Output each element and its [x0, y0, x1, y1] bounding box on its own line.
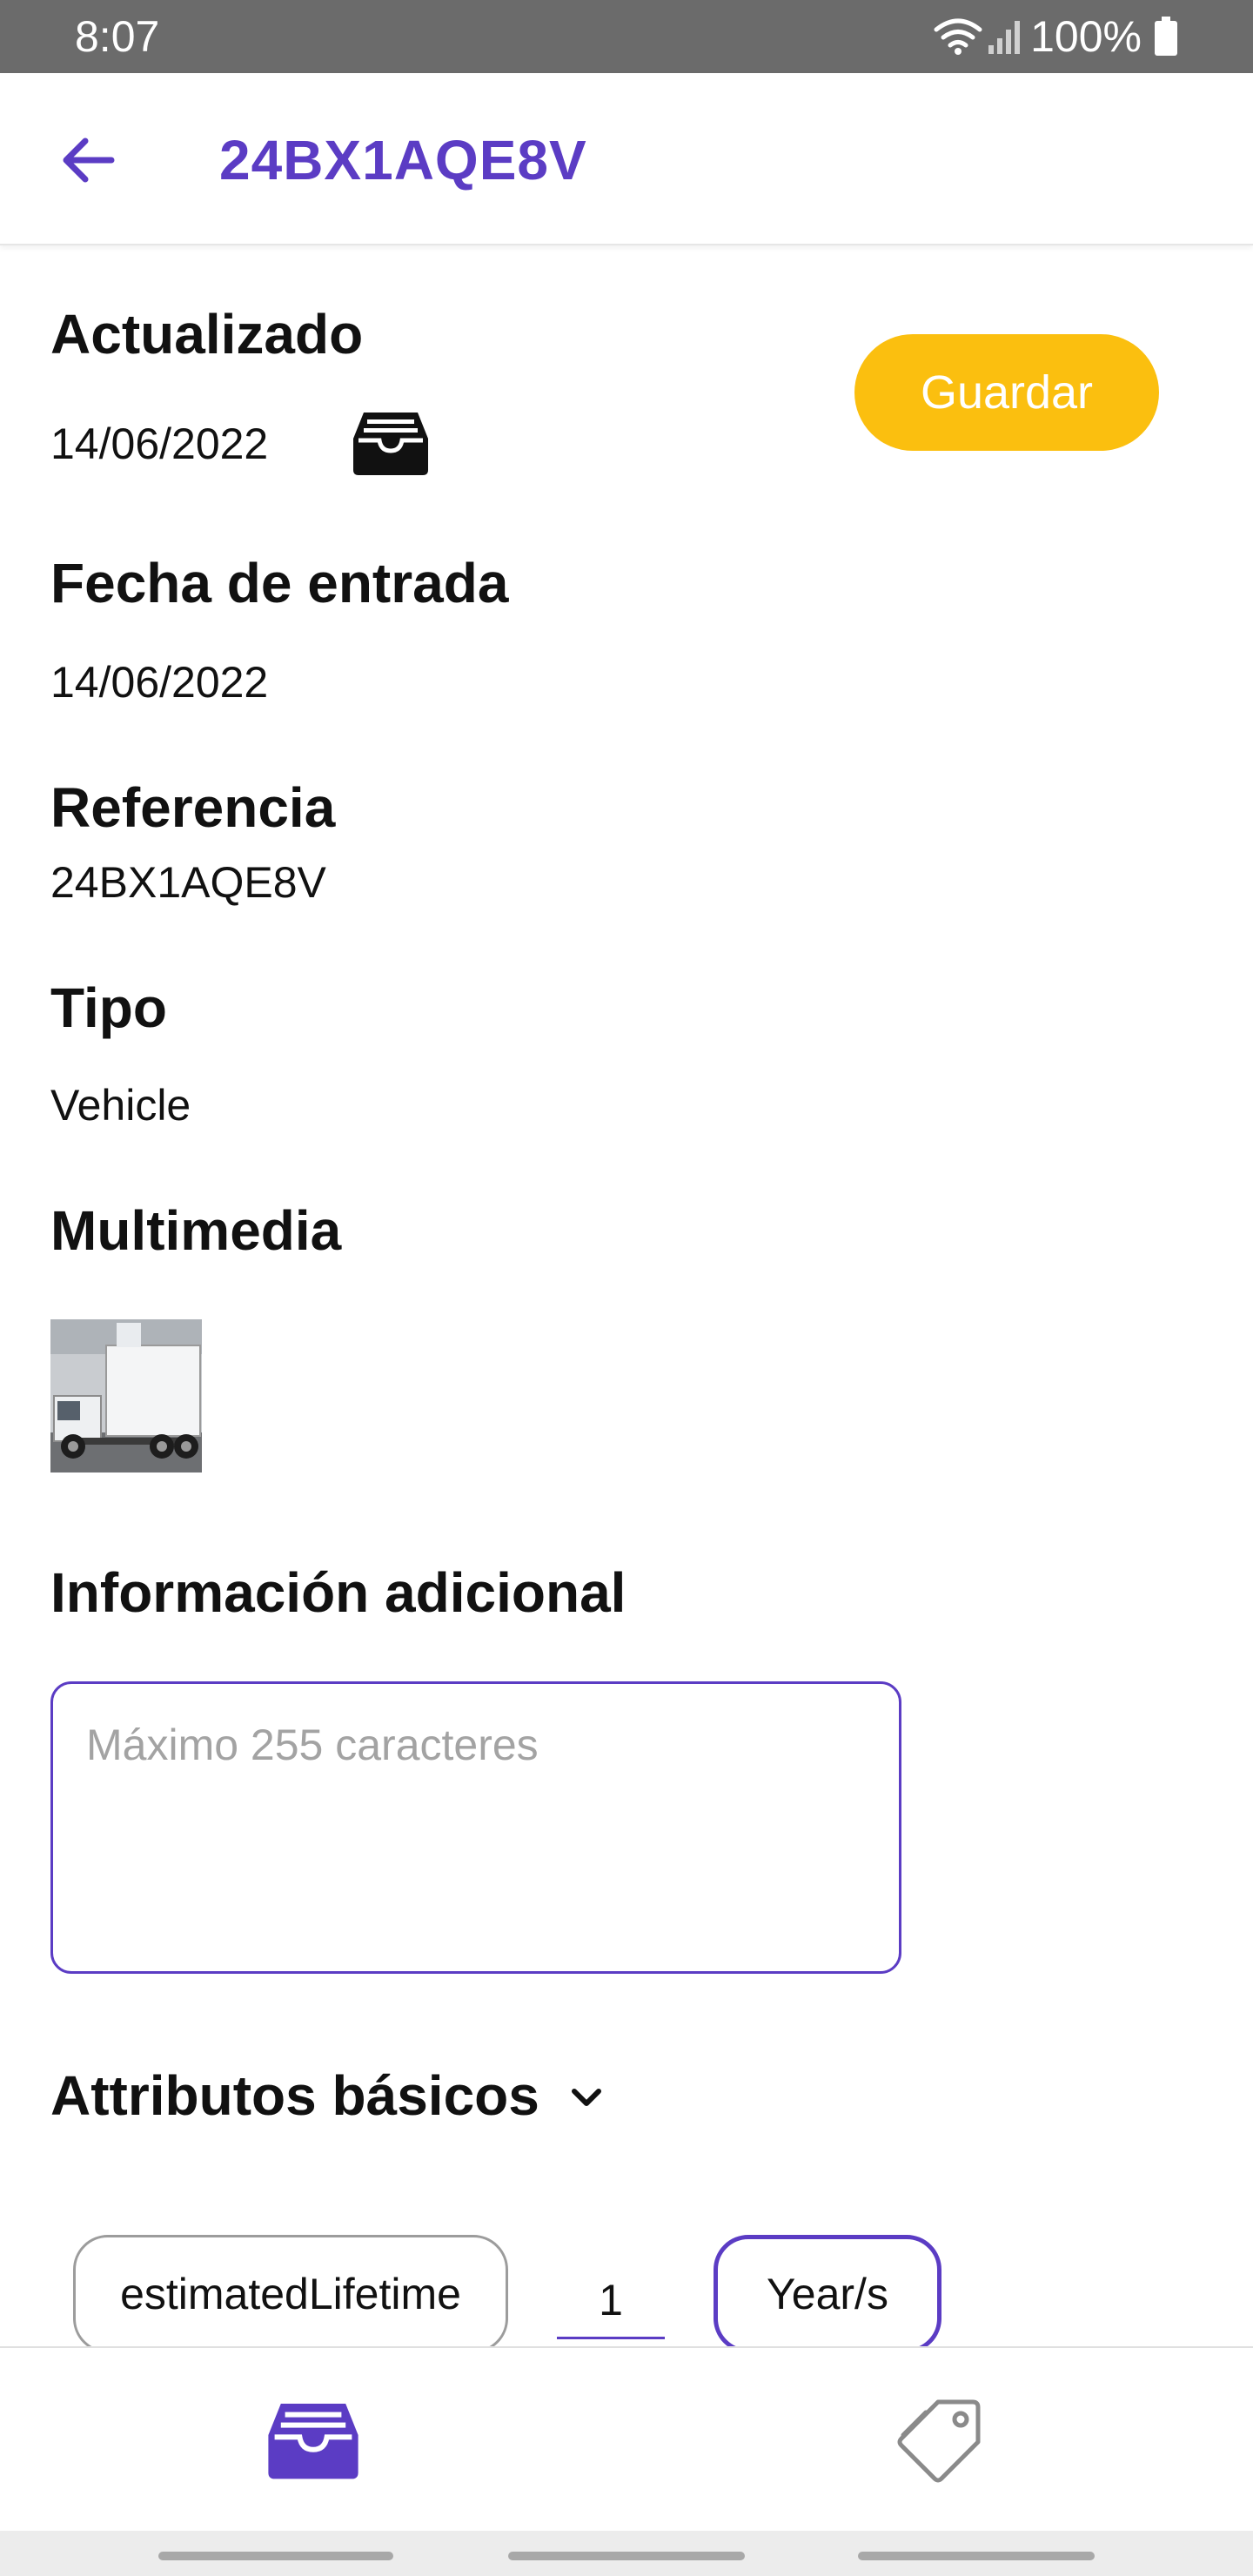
updated-label: Actualizado [50, 303, 364, 366]
status-time: 8:07 [75, 12, 160, 61]
tag-icon [897, 2399, 981, 2483]
save-button[interactable]: Guardar [854, 334, 1159, 451]
entry-date-label: Fecha de entrada [50, 552, 509, 614]
attribute-unit-button[interactable]: Year/s [714, 2235, 941, 2353]
wifi-icon [934, 18, 982, 55]
truck-photo [50, 1319, 202, 1472]
type-value: Vehicle [50, 1081, 191, 1130]
archive-tray-icon[interactable] [352, 409, 430, 477]
archive-tray-icon [268, 2404, 358, 2479]
attributes-section-header[interactable]: Attributos básicos [50, 2063, 604, 2129]
page-title: 24BX1AQE8V [219, 129, 587, 191]
bottom-navigation [0, 2346, 1253, 2531]
additional-info-input[interactable] [50, 1681, 901, 1974]
system-nav-back[interactable] [858, 2552, 1095, 2560]
attribute-value-field[interactable] [557, 2263, 665, 2339]
updated-value: 14/06/2022 [50, 419, 269, 468]
attributes-heading: Attributos básicos [50, 2064, 539, 2127]
reference-label: Referencia [50, 776, 336, 839]
system-nav-home[interactable] [508, 2552, 745, 2560]
reference-value: 24BX1AQE8V [50, 858, 326, 907]
media-thumbnail[interactable] [50, 1319, 202, 1472]
arrow-left-icon [63, 138, 115, 183]
battery-level: 100% [1030, 12, 1142, 61]
signal-icon [988, 21, 1021, 54]
system-nav-recents[interactable] [158, 2552, 393, 2560]
media-label: Multimedia [50, 1199, 342, 1262]
type-label: Tipo [50, 976, 167, 1039]
screen: 8:07 100% 24BX1AQE8V Actualizado 14/06/2… [0, 0, 1253, 2576]
status-bar: 8:07 100% [0, 0, 1253, 73]
attribute-name-field[interactable] [73, 2235, 508, 2353]
system-navigation-bar [0, 2531, 1253, 2576]
nav-item-inventory[interactable] [0, 2348, 626, 2532]
app-bar: 24BX1AQE8V [0, 73, 1253, 245]
status-icons: 100% [933, 10, 1178, 63]
back-button[interactable] [50, 124, 124, 197]
chevron-down-icon[interactable] [569, 2086, 604, 2110]
nav-item-tags[interactable] [626, 2348, 1253, 2532]
entry-date-value: 14/06/2022 [50, 658, 269, 707]
additional-info-label: Información adicional [50, 1561, 626, 1624]
battery-icon [1155, 17, 1177, 56]
